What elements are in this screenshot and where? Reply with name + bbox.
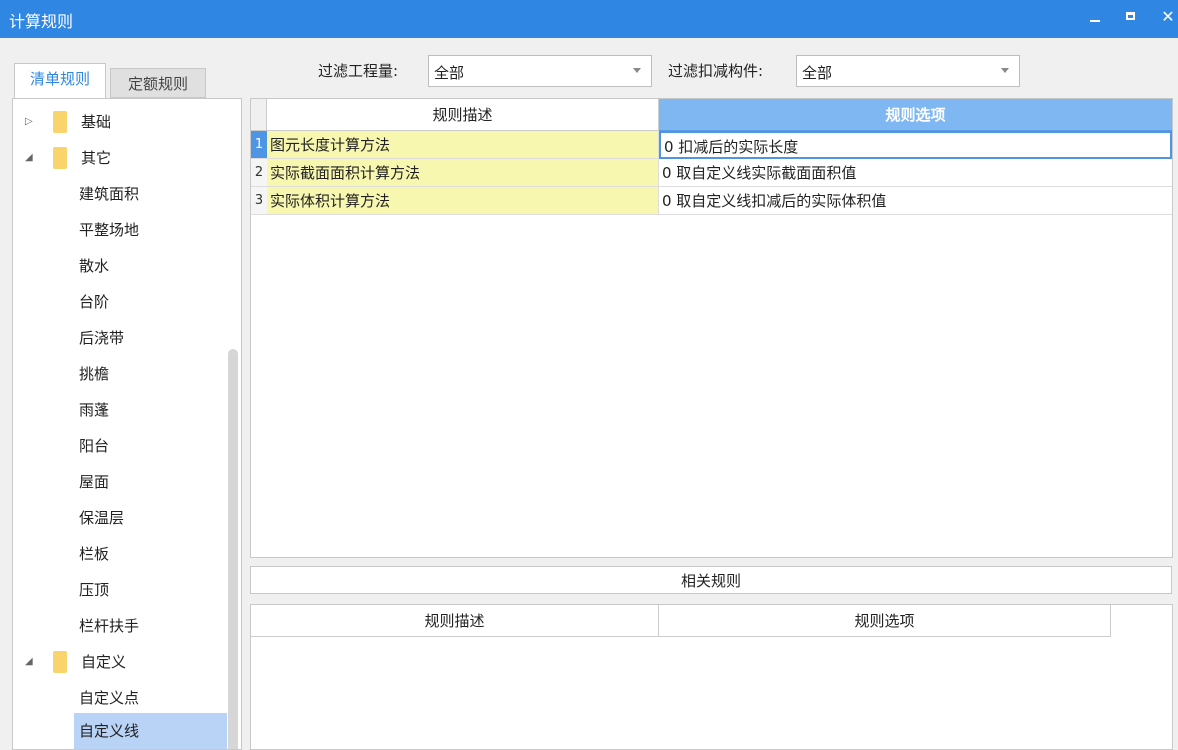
collapse-arrow-icon[interactable]: ◢ (25, 143, 33, 173)
rule-option-cell[interactable]: 0 取自定义线实际截面面积值 (659, 159, 1172, 187)
related-rules-title: 相关规则 (250, 566, 1172, 594)
folder-icon (53, 111, 67, 133)
close-icon: ✕ (1161, 7, 1175, 26)
tree-group-label: 其它 (81, 149, 112, 167)
rule-desc-cell[interactable]: 实际截面面积计算方法 (267, 159, 659, 187)
row-number: 1 (251, 131, 267, 159)
tree-item[interactable]: 阳台 (79, 431, 109, 461)
tree-item[interactable]: 台阶 (79, 287, 109, 317)
tree-item[interactable]: 雨蓬 (79, 395, 109, 425)
related-header-option[interactable]: 规则选项 (659, 605, 1111, 637)
rules-grid: 规则描述 规则选项 1 图元长度计算方法 0 扣减后的实际长度 2 实际截面面积… (250, 98, 1173, 558)
rule-option-cell[interactable]: 0 扣减后的实际长度 (659, 131, 1172, 159)
related-rules-grid: 规则描述 规则选项 (250, 604, 1173, 750)
tree-item[interactable]: 建筑面积 (79, 179, 139, 209)
related-header-desc[interactable]: 规则描述 (251, 605, 659, 637)
expand-arrow-icon[interactable]: ▷ (25, 107, 33, 137)
minimize-icon (1090, 20, 1100, 22)
tree-group-label: 基础 (81, 113, 112, 131)
filter-deduction-select[interactable]: 全部 (796, 55, 1020, 87)
tree-item[interactable]: 压顶 (79, 575, 109, 605)
tree-item[interactable]: 屋面 (79, 467, 109, 497)
tree-item[interactable]: 平整场地 (79, 215, 139, 245)
tree-group-label: 自定义 (81, 653, 127, 671)
filter-deduction-label: 过滤扣减构件: (668, 62, 764, 80)
tree-item[interactable]: 保温层 (79, 503, 124, 533)
rule-option-cell[interactable]: 0 取自定义线扣减后的实际体积值 (659, 187, 1172, 215)
header-rule-desc[interactable]: 规则描述 (267, 99, 659, 131)
chevron-down-icon (633, 68, 641, 73)
title-bar: 计算规则 ✕ (0, 0, 1178, 38)
filter-deduction-value: 全部 (802, 64, 833, 82)
table-row[interactable]: 2 实际截面面积计算方法 0 取自定义线实际截面面积值 (251, 159, 1172, 187)
collapse-arrow-icon[interactable]: ◢ (25, 647, 33, 677)
tab-quota-rules[interactable]: 定额规则 (110, 68, 206, 98)
tree-group-custom[interactable]: ◢ 自定义 (13, 647, 241, 677)
tree-item[interactable]: 栏杆扶手 (79, 611, 139, 641)
tree-item[interactable]: 栏板 (79, 539, 109, 569)
table-row[interactable]: 1 图元长度计算方法 0 扣减后的实际长度 (251, 131, 1172, 159)
grid-corner (251, 99, 267, 131)
tree-group-other[interactable]: ◢ 其它 (13, 143, 241, 173)
tree-item[interactable]: 自定义点 (79, 683, 139, 713)
rule-desc-cell[interactable]: 图元长度计算方法 (267, 131, 659, 159)
filter-quantity-label: 过滤工程量: (318, 62, 399, 80)
tree-scrollbar[interactable] (228, 349, 238, 749)
rule-tree: ▷ 基础 ◢ 其它 建筑面积 平整场地 散水 台阶 后浇带 挑檐 雨蓬 阳台 屋… (12, 98, 242, 750)
window-title: 计算规则 (9, 12, 74, 31)
tab-bill-rules[interactable]: 清单规则 (14, 63, 106, 98)
close-button[interactable]: ✕ (1157, 6, 1178, 28)
filter-quantity-select[interactable]: 全部 (428, 55, 652, 87)
tree-item[interactable]: 挑檐 (79, 359, 109, 389)
folder-icon (53, 651, 67, 673)
chevron-down-icon (1001, 68, 1009, 73)
maximize-button[interactable] (1120, 6, 1142, 28)
tree-item[interactable]: 后浇带 (79, 323, 124, 353)
tree-item[interactable]: 散水 (79, 251, 109, 281)
header-rule-option[interactable]: 规则选项 (659, 99, 1172, 131)
rule-desc-cell[interactable]: 实际体积计算方法 (267, 187, 659, 215)
tree-item-selected[interactable]: 自定义线 (74, 713, 227, 749)
row-number: 3 (251, 187, 267, 215)
folder-icon (53, 147, 67, 169)
maximize-icon (1126, 12, 1135, 20)
tree-group-foundation[interactable]: ▷ 基础 (13, 107, 241, 137)
table-row[interactable]: 3 实际体积计算方法 0 取自定义线扣减后的实际体积值 (251, 187, 1172, 215)
filter-quantity-value: 全部 (434, 64, 465, 82)
row-number: 2 (251, 159, 267, 187)
minimize-button[interactable] (1084, 6, 1106, 28)
